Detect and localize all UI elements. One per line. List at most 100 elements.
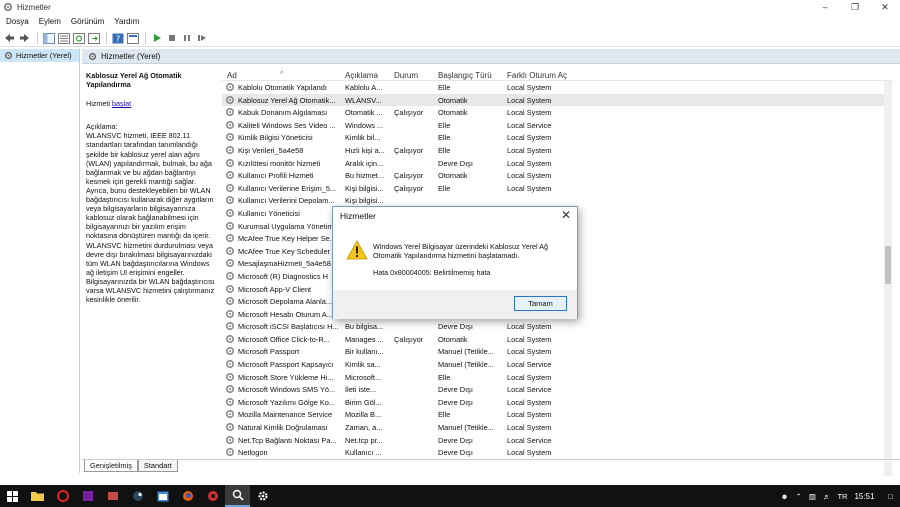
opera-browser-icon[interactable] — [50, 485, 75, 507]
service-startup-type: Manuel (Tetikle... — [438, 360, 494, 370]
tree-item-services-local[interactable]: Hizmetler (Yerel) — [0, 49, 79, 62]
back-arrow-icon[interactable] — [3, 32, 16, 45]
table-row[interactable]: Net.Tcp Bağlantı Noktası Pa... Net.tcp pr… — [222, 434, 892, 447]
table-row[interactable]: Microsoft Store Yükleme Hi... Microsoft..… — [222, 371, 892, 384]
list-header: ^ Ad Açıklama Durum Başlangıç Türü Farkl… — [222, 65, 892, 81]
menu-action[interactable]: Eylem — [39, 17, 61, 26]
table-row[interactable]: Kablosuz Yerel Ağ Otomatik... WLANSV... Ot… — [222, 93, 892, 107]
vertical-scrollbar[interactable] — [884, 81, 892, 476]
service-description: Kişi bilgisi... — [345, 183, 384, 193]
restart-service-icon[interactable] — [195, 32, 208, 45]
refresh-icon[interactable] — [72, 32, 85, 45]
start-service-icon[interactable] — [150, 32, 163, 45]
service-startup-type: Elle — [438, 133, 451, 143]
service-startup-type: Elle — [438, 120, 451, 130]
table-row[interactable]: Kablolu Otomatik Yapılandı Kablolu A... El… — [222, 81, 892, 94]
tab-extended[interactable]: Genişletilmiş — [84, 460, 138, 472]
service-description: Kablolu A... — [345, 83, 383, 92]
service-log-on-as: Local System — [507, 397, 552, 407]
service-description: Kimlik bil... — [345, 133, 381, 143]
menu-view[interactable]: Görünüm — [71, 17, 104, 26]
table-row[interactable]: Microsoft Windows SMS Yö... İleti iste...… — [222, 383, 892, 396]
close-icon[interactable]: ✕ — [870, 0, 900, 14]
menu-help[interactable]: Yardım — [114, 17, 139, 26]
chevron-up-icon[interactable]: ⌃ — [796, 492, 802, 501]
table-row[interactable]: Netlogon Kullanıcı ... Devre Dışı Local Sys… — [222, 446, 892, 459]
service-description: Microsoft... — [345, 372, 382, 382]
table-row[interactable]: Kızılötesi monitör hizmeti Aralık için...… — [222, 157, 892, 170]
dialog-button-area: Tamam — [333, 290, 577, 319]
service-action-prefix: Hizmeti — [86, 99, 110, 109]
people-icon[interactable]: ☻ — [781, 492, 789, 501]
table-row[interactable]: Kullanıcı Profili Hizmeti Bu hizmet... Çal… — [222, 169, 892, 182]
column-startup-type[interactable]: Başlangıç Türü — [438, 71, 492, 80]
service-name: Mozilla Maintenance Service — [238, 410, 333, 420]
keyboard-language-indicator[interactable]: TR — [837, 492, 847, 501]
table-row[interactable]: Natural Kimlik Doğrulaması Zaman, a... Man… — [222, 421, 892, 434]
column-status[interactable]: Durum — [394, 71, 418, 80]
start-button[interactable] — [0, 485, 25, 507]
table-row[interactable]: Kaliteli Windows Ses Video ... Windows ..… — [222, 119, 892, 132]
menu-file[interactable]: Dosya — [6, 17, 29, 26]
notification-icon[interactable]: □ — [888, 492, 893, 501]
ok-button[interactable]: Tamam — [514, 296, 567, 311]
tree-item-label: Hizmetler (Yerel) — [16, 51, 72, 60]
table-row[interactable]: Microsoft Passport Kapsayıcı Kimlik sa...… — [222, 358, 892, 371]
table-row[interactable]: Microsoft Passport Bir kullanı... Manuel (… — [222, 345, 892, 358]
tab-standard[interactable]: Standart — [137, 460, 178, 472]
svg-text:?: ? — [115, 34, 119, 43]
properties-icon[interactable] — [126, 32, 139, 45]
app-icon[interactable] — [100, 485, 125, 507]
network-icon[interactable]: ▥ — [809, 492, 816, 501]
minimize-icon[interactable]: – — [810, 0, 840, 14]
view-list-icon[interactable] — [57, 32, 70, 45]
clock[interactable]: 15:51 — [854, 492, 874, 501]
table-row[interactable]: Kimlik Bilgisi Yöneticisi Kimlik bil... El… — [222, 131, 892, 144]
firefox-icon[interactable] — [175, 485, 200, 507]
maximize-icon[interactable]: ❐ — [840, 0, 870, 14]
table-row[interactable]: Microsoft Office Click-to-R... Manages ..… — [222, 333, 892, 346]
forward-arrow-icon[interactable] — [18, 32, 31, 45]
close-icon[interactable]: ✕ — [561, 208, 571, 222]
settings-gear-icon[interactable] — [250, 485, 275, 507]
column-name[interactable]: Ad — [227, 71, 237, 80]
services-taskbar-icon[interactable] — [225, 485, 250, 507]
service-startup-type: Elle — [438, 83, 451, 92]
table-row[interactable]: Kullanıcı Verilerine Erişim_5... Kişi bil… — [222, 182, 892, 195]
service-name: Microsoft Store Yükleme Hi... — [238, 372, 334, 382]
steam-icon[interactable] — [125, 485, 150, 507]
export-icon[interactable] — [87, 32, 100, 45]
service-gear-icon — [225, 372, 235, 381]
column-log-on-as[interactable]: Farklı Oturum Aç — [507, 71, 567, 80]
service-description: WLANSV... — [345, 95, 382, 105]
service-name: McAfee True Key Helper Se... — [238, 234, 336, 244]
pause-service-icon[interactable] — [180, 32, 193, 45]
service-name: Kaliteli Windows Ses Video ... — [238, 120, 336, 130]
content-header: Hizmetler (Yerel) — [82, 49, 900, 64]
service-status: Çalışıyor — [394, 334, 424, 344]
table-row[interactable]: Microsoft Yazılımı Gölge Ko... Birim Göl.… — [222, 396, 892, 409]
service-description: Windows ... — [345, 120, 384, 130]
window-app-icon[interactable] — [150, 485, 175, 507]
console-tree-icon[interactable] — [42, 32, 55, 45]
table-row[interactable]: Kişi Verileri_5a4e58 Hızlı kişi a... Çalış… — [222, 144, 892, 157]
help-icon[interactable]: ? — [111, 32, 124, 45]
service-description: Kişi bilgisi... — [345, 196, 384, 206]
table-row[interactable]: Mozilla Maintenance Service Mozilla B... E… — [222, 408, 892, 421]
start-service-link[interactable]: başlat — [112, 99, 131, 108]
scrollbar-thumb[interactable] — [885, 246, 891, 284]
music-app-icon[interactable] — [200, 485, 225, 507]
volume-icon[interactable]: ♬ — [823, 492, 831, 501]
file-explorer-icon[interactable] — [25, 485, 50, 507]
service-gear-icon — [225, 95, 235, 104]
service-name: Kullanıcı Verilerine Erişim_5... — [238, 183, 337, 193]
service-gear-icon — [225, 385, 235, 394]
stop-service-icon[interactable] — [165, 32, 178, 45]
table-row[interactable]: Kabuk Donanım Algılaması Otomatik ... Çalı… — [222, 106, 892, 119]
description-text: WLANSVC hizmeti, IEEE 802.11 standartlar… — [86, 131, 215, 305]
media-app-icon[interactable] — [75, 485, 100, 507]
column-description[interactable]: Açıklama — [345, 71, 378, 80]
system-tray: ☻ ⌃ ▥ ♬ TR 15:51 □ — [781, 485, 900, 507]
service-gear-icon — [225, 145, 235, 154]
table-row[interactable]: Microsoft iSCSI Başlatıcısı H... Bu bilgi… — [222, 320, 892, 333]
